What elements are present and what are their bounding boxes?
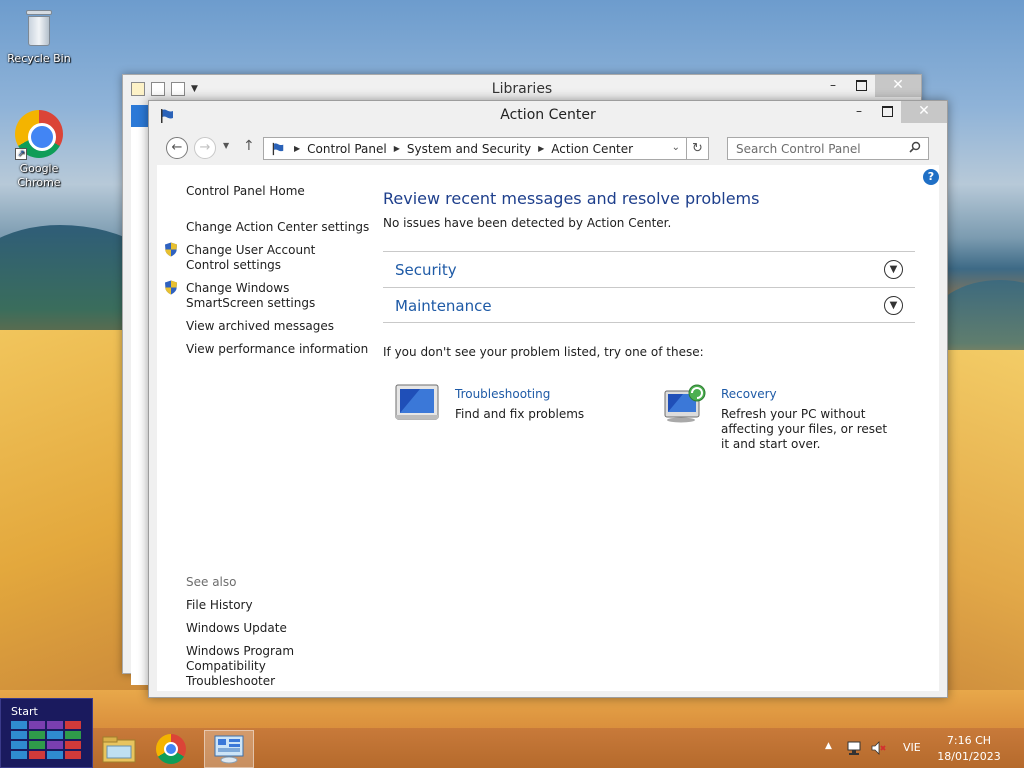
clock-date: 18/01/2023 (937, 750, 1001, 763)
chrome-icon: ↗ (15, 110, 63, 160)
search-icon[interactable] (909, 141, 921, 153)
section-security[interactable]: Security ▼ (383, 251, 915, 287)
tool-description: Refresh your PC without affecting your f… (721, 407, 888, 451)
recovery-link[interactable]: Recovery (721, 387, 777, 401)
network-icon[interactable] (846, 740, 862, 756)
window-title: Action Center (500, 107, 596, 123)
content-area: ? Control Panel Home Change Action Cente… (157, 165, 939, 691)
minimize-button[interactable]: – (845, 101, 873, 123)
see-also-link-compatibility-troubleshooter[interactable]: Windows Program Compatibility Troublesho… (186, 644, 356, 689)
sidebar-link-view-performance-information[interactable]: View performance information (186, 342, 368, 357)
section-maintenance[interactable]: Maintenance ▼ (383, 287, 915, 323)
address-bar[interactable]: ▶ Control Panel ▶ System and Security ▶ … (263, 137, 687, 160)
sidebar-link-view-archived-messages[interactable]: View archived messages (186, 319, 334, 334)
action-center-flag-icon (272, 142, 284, 155)
refresh-button[interactable]: ↻ (687, 137, 709, 160)
recovery-icon[interactable] (661, 383, 707, 423)
ribbon-file-tab[interactable] (131, 105, 149, 127)
uac-shield-icon (165, 280, 177, 295)
back-button[interactable]: ← (166, 137, 188, 159)
see-also-link-file-history[interactable]: File History (186, 598, 253, 613)
maximize-button[interactable] (847, 75, 875, 97)
recycle-bin-icon (24, 8, 54, 48)
page-title: Review recent messages and resolve probl… (383, 189, 760, 208)
control-panel-icon (214, 735, 244, 764)
start-button[interactable]: Start (0, 698, 93, 768)
main-panel: Review recent messages and resolve probl… (383, 165, 923, 691)
desktop-icon-label: Recycle Bin (7, 52, 71, 65)
file-explorer-icon (102, 736, 136, 763)
window-title: Libraries (491, 81, 553, 97)
minimize-button[interactable]: – (819, 75, 847, 97)
troubleshooting-link[interactable]: Troubleshooting (455, 387, 550, 401)
caption-buttons: – ✕ (845, 101, 947, 123)
taskbar-chrome-button[interactable] (146, 730, 196, 768)
help-icon[interactable]: ? (923, 169, 939, 185)
breadcrumb-separator-icon[interactable]: ▶ (538, 144, 544, 153)
see-also-heading: See also (186, 575, 237, 589)
hint-text: If you don't see your problem listed, tr… (383, 345, 704, 359)
clock-time: 7:16 CH (946, 734, 992, 747)
breadcrumb-action-center[interactable]: Action Center (551, 142, 633, 156)
taskbar-clock[interactable]: 7:16 CH 18/01/2023 (934, 733, 1004, 765)
sidebar: Control Panel Home Change Action Center … (157, 165, 377, 691)
address-row: ← → ▼ ↑ ▶ Control Panel ▶ System and Sec… (157, 135, 939, 161)
desktop-icon-google-chrome[interactable]: ↗ Google Chrome (1, 110, 77, 190)
breadcrumb-separator-icon[interactable]: ▶ (394, 144, 400, 153)
section-label: Maintenance (395, 297, 492, 315)
input-language-indicator[interactable]: VIE (903, 741, 921, 754)
chevron-down-icon[interactable]: ▼ (884, 260, 903, 279)
sidebar-link-change-user-account-control-settings[interactable]: Change User Account Control settings (186, 243, 361, 273)
chrome-icon (156, 734, 186, 764)
title-bar[interactable]: Action Center – ✕ (149, 101, 947, 131)
background-sand (940, 350, 1024, 730)
recent-locations-dropdown[interactable]: ▼ (223, 141, 229, 150)
chevron-down-icon[interactable]: ▼ (884, 296, 903, 315)
taskbar-control-panel-button[interactable] (204, 730, 254, 768)
show-hidden-icons-button[interactable]: ▲ (825, 741, 832, 751)
up-button[interactable]: ↑ (243, 138, 255, 154)
title-bar[interactable]: ▼ Libraries – ✕ (123, 75, 921, 103)
taskbar-file-explorer-button[interactable] (94, 730, 144, 768)
close-button[interactable]: ✕ (901, 101, 947, 123)
close-button[interactable]: ✕ (875, 75, 921, 97)
breadcrumb-separator-icon[interactable]: ▶ (294, 144, 300, 153)
desktop-icon-label: Google Chrome (17, 162, 61, 189)
start-tiles-icon (11, 721, 81, 759)
uac-shield-icon (165, 242, 177, 257)
sidebar-link-control-panel-home[interactable]: Control Panel Home (186, 184, 305, 199)
start-label: Start (11, 705, 38, 718)
status-message: No issues have been detected by Action C… (383, 216, 672, 230)
forward-button[interactable]: → (194, 137, 216, 159)
address-dropdown-icon[interactable]: ⌄ (672, 142, 680, 153)
see-also-link-windows-update[interactable]: Windows Update (186, 621, 287, 636)
desktop-icon-recycle-bin[interactable]: Recycle Bin (1, 8, 77, 66)
breadcrumb-control-panel[interactable]: Control Panel (307, 142, 387, 156)
tool-description: Find and fix problems (455, 407, 585, 421)
troubleshooting-icon[interactable] (395, 383, 441, 423)
navigation-pane (131, 105, 149, 685)
caption-buttons: – ✕ (819, 75, 921, 97)
maximize-button[interactable] (873, 101, 901, 123)
volume-muted-icon[interactable] (870, 740, 886, 756)
action-center-window[interactable]: Action Center – ✕ ← → ▼ ↑ ▶ Control Pane… (148, 100, 948, 698)
sidebar-link-change-windows-smartscreen-settings[interactable]: Change Windows SmartScreen settings (186, 281, 361, 311)
shortcut-arrow-icon: ↗ (15, 148, 27, 160)
search-input[interactable] (727, 137, 929, 160)
sidebar-link-change-action-center-settings[interactable]: Change Action Center settings (186, 220, 369, 235)
breadcrumb-system-and-security[interactable]: System and Security (407, 142, 531, 156)
section-label: Security (395, 261, 457, 279)
